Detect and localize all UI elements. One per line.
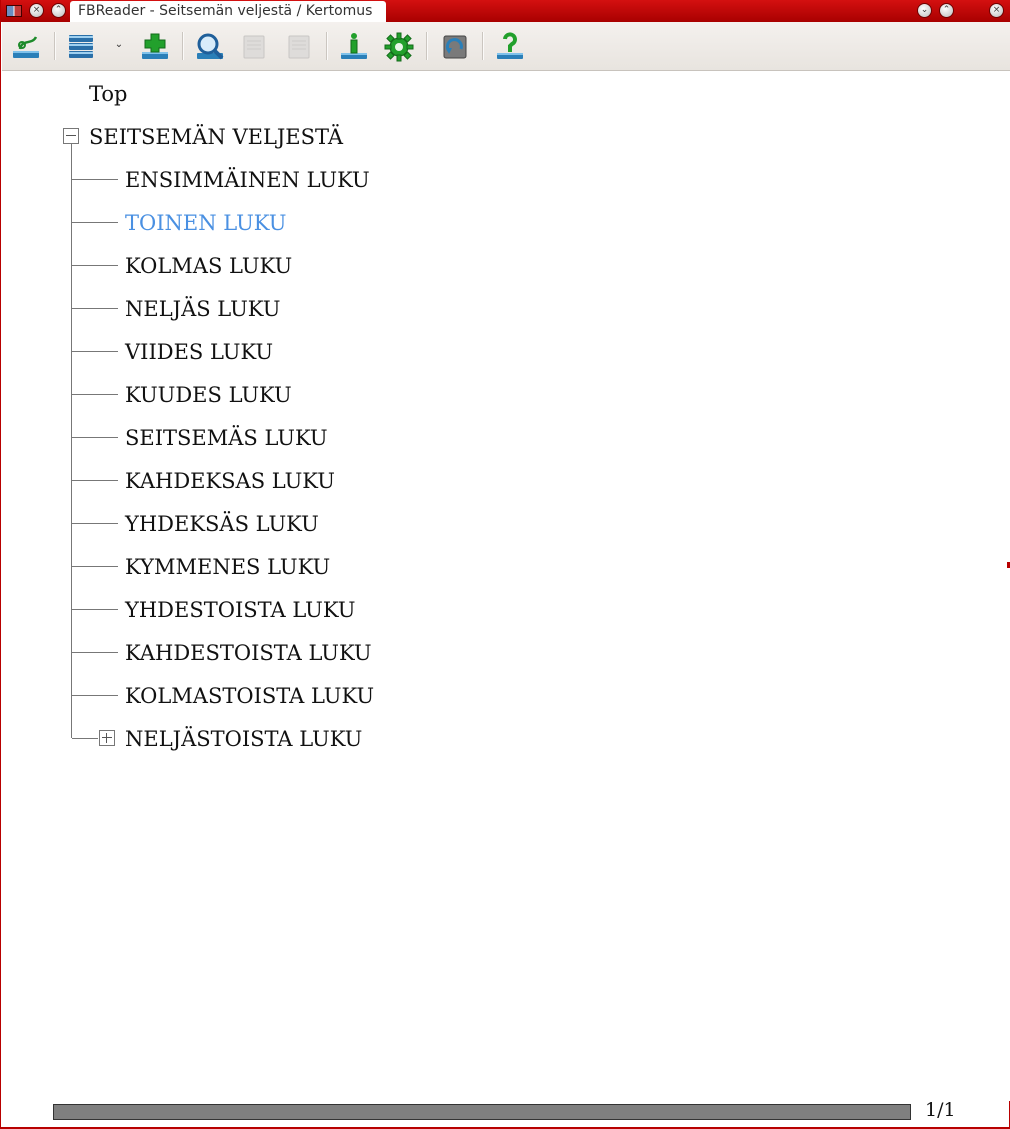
recent-books-icon (69, 35, 93, 58)
minimize-window-button[interactable]: ⌄ (917, 3, 932, 18)
book-info-icon (341, 33, 367, 59)
close-window-button[interactable]: × (29, 3, 44, 18)
add-book-button[interactable] (138, 30, 172, 64)
add-book-icon (142, 33, 168, 59)
toc-view: Top SEITSEMÄN VELJESTÄ ENSIMMÄINEN LUKU T… (2, 71, 1010, 1101)
toc-chapter-item[interactable]: VIIDES LUKU (125, 340, 273, 364)
reading-progress-bar[interactable] (53, 1104, 911, 1120)
rotate-icon (443, 35, 467, 59)
close-icon: × (32, 5, 41, 15)
toc-chapter-item[interactable]: TOINEN LUKU (125, 211, 286, 235)
toc-chapter-item[interactable]: KUUDES LUKU (125, 383, 292, 407)
rotate-button[interactable] (438, 30, 472, 64)
book-info-button[interactable] (337, 30, 371, 64)
library-button[interactable] (9, 30, 43, 64)
toc-chapter-item[interactable]: KYMMENES LUKU (125, 555, 330, 579)
redo-button[interactable] (282, 30, 316, 64)
page-indicator: 1/1 (925, 1099, 956, 1121)
help-button[interactable] (493, 30, 527, 64)
toc-chapter-item[interactable]: ENSIMMÄINEN LUKU (125, 168, 370, 192)
collapse-toggle-icon[interactable] (63, 128, 79, 144)
toc-root-item[interactable]: SEITSEMÄN VELJESTÄ (89, 125, 343, 149)
preferences-button[interactable] (382, 30, 416, 64)
maximize-icon: ⌃ (54, 5, 63, 15)
close-button[interactable]: × (989, 3, 1004, 18)
app-menu-icon[interactable] (6, 5, 22, 17)
toc-chapter-item[interactable]: KAHDESTOISTA LUKU (125, 641, 372, 665)
undo-icon (243, 35, 265, 59)
search-icon (197, 33, 224, 60)
fbreader-window: × ⌃ FBReader - Seitsemän veljestä / Kert… (0, 0, 1010, 1129)
title-bar[interactable]: × ⌃ FBReader - Seitsemän veljestä / Kert… (1, 0, 1010, 22)
toc-chapter-item[interactable]: KOLMAS LUKU (125, 254, 292, 278)
toc-chapter-item[interactable]: NELJÄS LUKU (125, 297, 280, 321)
undo-button[interactable] (237, 30, 271, 64)
restore-window-button[interactable]: ⌃ (939, 3, 954, 18)
close-icon: × (992, 5, 1001, 15)
toolbar: ⌄ (2, 22, 1010, 71)
redo-icon (288, 35, 310, 59)
toc-chapter-item[interactable]: KAHDEKSAS LUKU (125, 469, 335, 493)
toc-chapter-item[interactable]: YHDEKSÄS LUKU (125, 512, 319, 536)
window-title: FBReader - Seitsemän veljestä / Kertomus (70, 1, 386, 22)
preferences-icon (384, 32, 414, 62)
recent-books-button[interactable] (64, 30, 98, 64)
chevron-up-icon: ⌃ (942, 5, 951, 15)
help-icon (497, 32, 523, 59)
search-button[interactable] (193, 30, 227, 64)
library-icon (13, 36, 39, 58)
toc-chapter-item[interactable]: KOLMASTOISTA LUKU (125, 684, 374, 708)
maximize-window-button[interactable]: ⌃ (51, 3, 66, 18)
expand-toggle-icon[interactable] (99, 730, 115, 746)
chevron-down-icon[interactable]: ⌄ (112, 38, 126, 52)
toc-chapter-item[interactable]: YHDESTOISTA LUKU (125, 598, 355, 622)
chevron-down-icon: ⌄ (920, 5, 929, 15)
toc-top-link[interactable]: Top (89, 82, 127, 106)
toc-chapter-item[interactable]: SEITSEMÄS LUKU (125, 426, 328, 450)
toc-chapter-item[interactable]: NELJÄSTOISTA LUKU (125, 727, 362, 751)
